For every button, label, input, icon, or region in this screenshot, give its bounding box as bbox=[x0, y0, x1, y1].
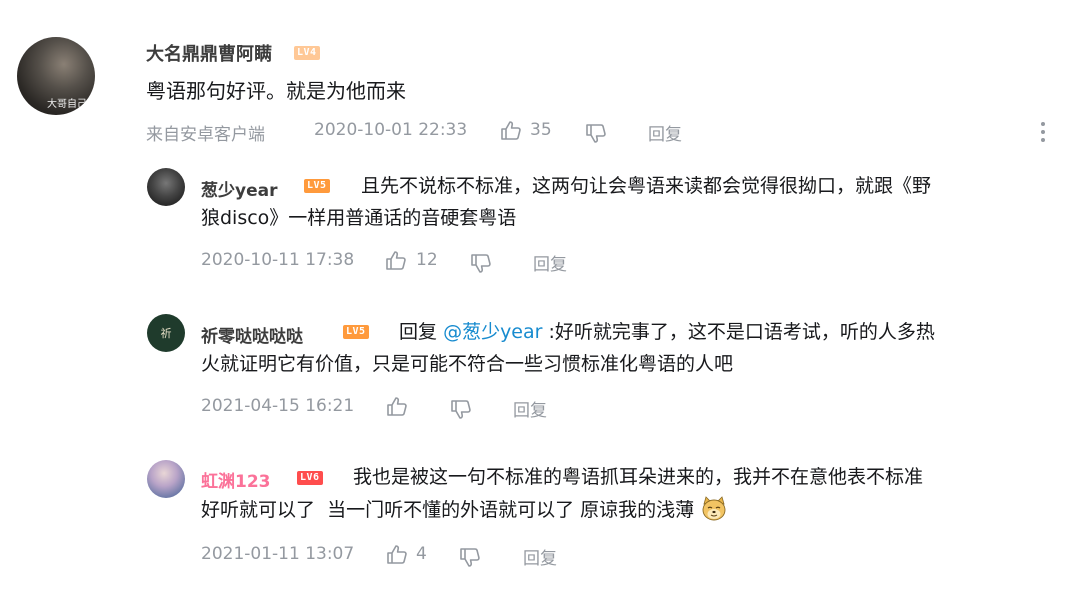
reply-text-line1: 我也是被这一句不标准的粤语抓耳朵进来的，我并不在意他表不标准 bbox=[353, 466, 924, 488]
comment-source: 来自安卓客户端 bbox=[146, 125, 265, 145]
reply-text-line1: 且先不说标不标准，这两句让会粤语来读都会觉得很拗口，就跟《野 bbox=[361, 175, 932, 197]
level-badge: LV5 bbox=[343, 325, 369, 339]
thumbs-up-icon[interactable] bbox=[385, 543, 409, 567]
reply-text-line2: 狼disco》一样用普通话的音硬套粤语 bbox=[201, 207, 517, 229]
reply-username[interactable]: 葱少year bbox=[201, 176, 277, 201]
thumbs-down-icon[interactable] bbox=[584, 121, 608, 145]
reply-text-line2: 火就证明它有价值，只是可能不符合一些习惯标准化粤语的人吧 bbox=[201, 353, 734, 375]
reply-timestamp: 2021-01-11 13:07 bbox=[201, 544, 355, 564]
avatar-caption: 大哥自己 bbox=[47, 99, 87, 110]
thumbs-up-icon[interactable] bbox=[385, 395, 409, 419]
like-count: 35 bbox=[530, 120, 552, 140]
reply-text-line2: 好听就可以了 当一门听不懂的外语就可以了 原谅我的浅薄 bbox=[201, 494, 728, 526]
reply-username[interactable]: 虹渊123 bbox=[201, 467, 271, 492]
thumbs-up-icon[interactable] bbox=[384, 249, 408, 273]
reply-button[interactable]: 回复 bbox=[523, 544, 557, 569]
reply-prefix: 回复 bbox=[399, 321, 438, 343]
reply-username[interactable]: 祈零哒哒哒哒 bbox=[201, 322, 303, 347]
reply-timestamp: 2020-10-11 17:38 bbox=[201, 250, 355, 270]
comment-timestamp: 2020-10-01 22:33 bbox=[314, 120, 468, 140]
comment-text: 粤语那句好评。就是为他而来 bbox=[146, 79, 406, 103]
username[interactable]: 大名鼎鼎曹阿瞒 bbox=[146, 40, 272, 66]
thumbs-up-icon[interactable] bbox=[499, 119, 523, 143]
reply-button[interactable]: 回复 bbox=[648, 120, 682, 145]
thumbs-down-icon[interactable] bbox=[449, 397, 473, 421]
reply-body: :好听就完事了，这不是口语考试，听的人多热 bbox=[548, 321, 935, 343]
doge-emoji-icon bbox=[702, 495, 726, 520]
more-options-icon[interactable] bbox=[1036, 120, 1050, 144]
avatar[interactable]: 祈 bbox=[147, 314, 185, 352]
mention-link[interactable]: @葱少year bbox=[443, 321, 542, 343]
level-badge: LV5 bbox=[304, 179, 330, 193]
like-count: 4 bbox=[416, 544, 427, 564]
reply-button[interactable]: 回复 bbox=[533, 250, 567, 275]
main-comment: 大哥自己 大名鼎鼎曹阿瞒 LV4 粤语那句好评。就是为他而来 来自安卓客户端 2… bbox=[0, 0, 1080, 160]
thumbs-down-icon[interactable] bbox=[469, 251, 493, 275]
reply-text-line1: 回复 @葱少year :好听就完事了，这不是口语考试，听的人多热 bbox=[399, 316, 935, 348]
reply-timestamp: 2021-04-15 16:21 bbox=[201, 396, 355, 416]
avatar[interactable] bbox=[147, 168, 185, 206]
reply-body: 好听就可以了 当一门听不懂的外语就可以了 原谅我的浅薄 bbox=[201, 499, 695, 521]
avatar[interactable]: 大哥自己 bbox=[17, 37, 95, 115]
level-badge: LV4 bbox=[294, 46, 320, 60]
avatar-glyph: 祈 bbox=[160, 327, 172, 340]
thumbs-down-icon[interactable] bbox=[458, 545, 482, 569]
avatar[interactable] bbox=[147, 460, 185, 498]
level-badge: LV6 bbox=[297, 471, 323, 485]
reply-button[interactable]: 回复 bbox=[513, 396, 547, 421]
like-count: 12 bbox=[416, 250, 438, 270]
